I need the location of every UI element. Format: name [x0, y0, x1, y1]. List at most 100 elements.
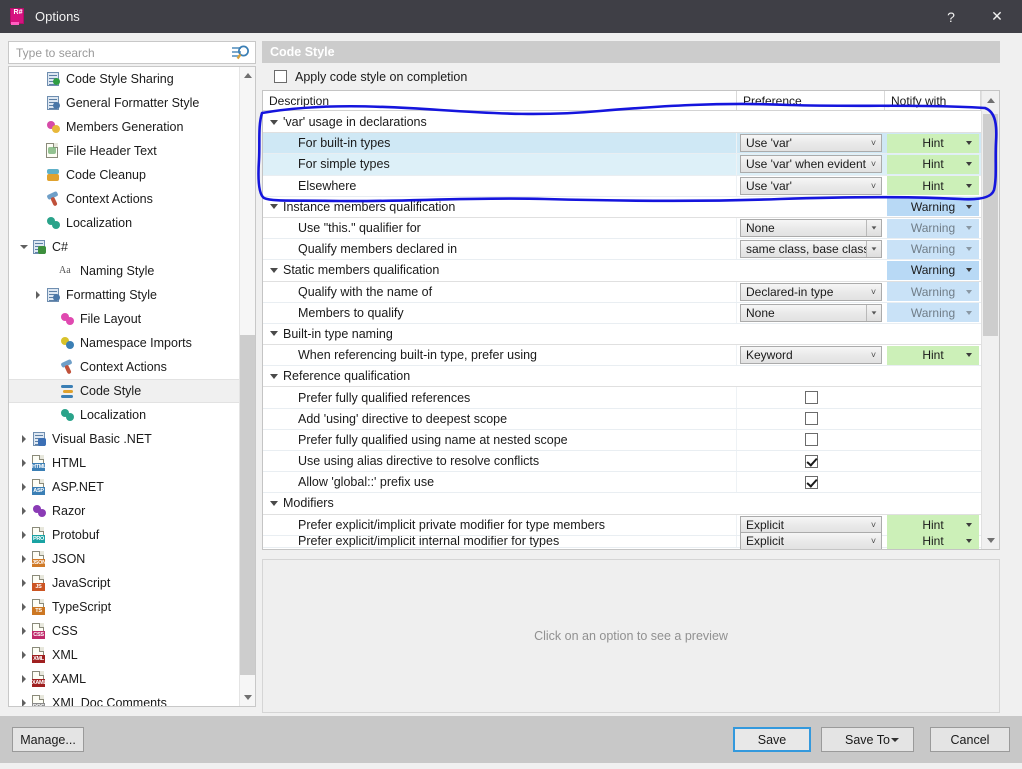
chevron-down-icon[interactable]: [966, 353, 972, 358]
option-checkbox[interactable]: [804, 475, 818, 489]
grid-option-row[interactable]: Prefer explicit/implicit internal modifi…: [263, 531, 999, 549]
notify-dropdown[interactable]: Warning: [887, 260, 979, 280]
close-icon[interactable]: ✕: [974, 0, 1020, 33]
chevron-right-icon[interactable]: [17, 571, 31, 595]
chevron-down-icon[interactable]: ˅: [866, 347, 881, 363]
sidebar-item-context-actions[interactable]: Context Actions: [9, 187, 241, 211]
chevron-down-icon[interactable]: [966, 183, 972, 188]
grid-option-row[interactable]: Prefer fully qualified references: [263, 387, 999, 409]
chevron-right-icon[interactable]: [17, 499, 31, 523]
notify-dropdown[interactable]: Warning: [887, 303, 979, 323]
chevron-right-icon[interactable]: [17, 475, 31, 499]
tree-scrollbar[interactable]: [239, 67, 255, 706]
chevron-right-icon[interactable]: [17, 619, 31, 643]
preference-cell[interactable]: Keyword ˅: [737, 345, 885, 365]
sidebar-item-code-style-sharing[interactable]: Code Style Sharing: [9, 67, 241, 91]
notify-cell[interactable]: Warning: [885, 303, 981, 323]
notify-dropdown[interactable]: Hint: [887, 154, 979, 174]
preference-dropdown[interactable]: Explicit ˅: [740, 515, 882, 534]
sidebar-item-localization[interactable]: Localization: [9, 403, 241, 427]
chevron-down-icon[interactable]: [966, 247, 972, 252]
chevron-down-icon[interactable]: [966, 289, 972, 294]
notify-cell[interactable]: Warning: [885, 260, 981, 280]
notify-dropdown[interactable]: Hint: [887, 345, 979, 365]
sidebar-item-localization[interactable]: Localization: [9, 211, 241, 235]
sidebar-item-json[interactable]: JSON JSON: [9, 547, 241, 571]
group-expander-icon[interactable]: [270, 373, 278, 379]
chevron-right-icon[interactable]: [17, 547, 31, 571]
tree-scrollbar-thumb[interactable]: [240, 335, 255, 675]
preference-cell[interactable]: Use 'var' ˅: [737, 133, 885, 153]
apply-code-style-checkbox[interactable]: [274, 70, 287, 83]
settings-tree[interactable]: Code Style Sharing General Formatter Styl…: [8, 66, 256, 707]
sidebar-item-code-cleanup[interactable]: Code Cleanup: [9, 163, 241, 187]
notify-dropdown[interactable]: Warning: [887, 218, 979, 238]
grid-option-row[interactable]: Qualify members declared in same class, b…: [263, 239, 999, 261]
preference-cell[interactable]: same class, base class: [737, 239, 885, 259]
notify-cell[interactable]: Warning: [885, 239, 981, 259]
grid-option-row[interactable]: Qualify with the name of Declared-in type…: [263, 281, 999, 303]
sidebar-item-javascript[interactable]: JS JavaScript: [9, 571, 241, 595]
chevron-right-icon[interactable]: [17, 523, 31, 547]
grid-group-row[interactable]: Static members qualification Warning: [263, 260, 999, 282]
search-box[interactable]: [8, 41, 256, 64]
chevron-down-icon[interactable]: [866, 241, 881, 258]
notify-cell[interactable]: Warning: [885, 282, 981, 302]
grid-option-row[interactable]: For built-in types Use 'var' ˅ Hint: [263, 133, 999, 155]
grid-option-row[interactable]: Add 'using' directive to deepest scope: [263, 408, 999, 430]
grid-group-row[interactable]: Reference qualification: [263, 366, 999, 388]
chevron-down-icon[interactable]: [966, 162, 972, 167]
tree-scroll-down-icon[interactable]: [240, 689, 255, 706]
grid-scrollbar-thumb[interactable]: [983, 114, 998, 336]
chevron-down-icon[interactable]: [966, 268, 972, 273]
sidebar-item-c[interactable]: C#: [9, 235, 241, 259]
chevron-right-icon[interactable]: [17, 643, 31, 667]
notify-cell[interactable]: Warning: [885, 218, 981, 238]
notify-dropdown[interactable]: Hint: [887, 133, 979, 153]
chevron-down-icon[interactable]: [966, 522, 972, 527]
sidebar-item-razor[interactable]: Razor: [9, 499, 241, 523]
group-expander-icon[interactable]: [270, 267, 278, 273]
apply-code-style-row[interactable]: Apply code style on completion: [262, 63, 1014, 90]
notify-dropdown[interactable]: Warning: [887, 239, 979, 259]
chevron-down-icon[interactable]: [866, 220, 881, 237]
chevron-right-icon[interactable]: [17, 427, 31, 451]
notify-cell[interactable]: Hint: [885, 345, 981, 365]
grid-group-row[interactable]: Built-in type naming: [263, 323, 999, 346]
sidebar-item-xml-doc-comments[interactable]: DOC XML Doc Comments: [9, 691, 241, 706]
sidebar-item-asp-net[interactable]: ASP ASP.NET: [9, 475, 241, 499]
notify-dropdown[interactable]: Hint: [887, 531, 979, 549]
preference-dropdown[interactable]: Use 'var' ˅: [740, 176, 882, 195]
chevron-down-icon[interactable]: ˅: [866, 135, 881, 151]
column-header-notify-with[interactable]: Notify with: [885, 91, 981, 110]
sidebar-item-file-layout[interactable]: File Layout: [9, 307, 241, 331]
grid-option-row[interactable]: For simple types Use 'var' when evident ˅ H…: [263, 154, 999, 176]
option-checkbox-cell[interactable]: [737, 430, 885, 450]
sidebar-item-html[interactable]: HTML HTML: [9, 451, 241, 475]
grid-scroll-down-icon[interactable]: [982, 531, 999, 549]
chevron-down-icon[interactable]: [966, 226, 972, 231]
manage-button[interactable]: Manage...: [12, 727, 84, 752]
sidebar-item-css[interactable]: CSS CSS: [9, 619, 241, 643]
notify-cell[interactable]: Hint: [885, 154, 981, 174]
chevron-down-icon[interactable]: ˅: [866, 178, 881, 194]
group-expander-icon[interactable]: [270, 331, 278, 337]
chevron-down-icon[interactable]: [966, 539, 972, 544]
notify-cell[interactable]: Hint: [885, 531, 981, 549]
cancel-button[interactable]: Cancel: [930, 727, 1010, 752]
chevron-right-icon[interactable]: [17, 451, 31, 475]
chevron-right-icon[interactable]: [17, 595, 31, 619]
group-expander-icon[interactable]: [270, 119, 278, 125]
code-style-options-grid[interactable]: Description Preference Notify with 'var'…: [262, 90, 1000, 550]
preference-cell[interactable]: None: [737, 218, 885, 238]
chevron-down-icon[interactable]: ˅: [866, 533, 881, 549]
group-expander-icon[interactable]: [270, 500, 278, 506]
grid-group-row[interactable]: Instance members qualification Warning: [263, 196, 999, 218]
chevron-right-icon[interactable]: [17, 667, 31, 691]
preference-cell[interactable]: Explicit ˅: [737, 532, 885, 549]
grid-group-row[interactable]: 'var' usage in declarations: [263, 112, 999, 134]
notify-dropdown[interactable]: Warning: [887, 282, 979, 302]
preference-dropdown[interactable]: Explicit ˅: [740, 532, 882, 549]
sidebar-item-context-actions[interactable]: Context Actions: [9, 355, 241, 379]
option-checkbox-cell[interactable]: [737, 387, 885, 407]
